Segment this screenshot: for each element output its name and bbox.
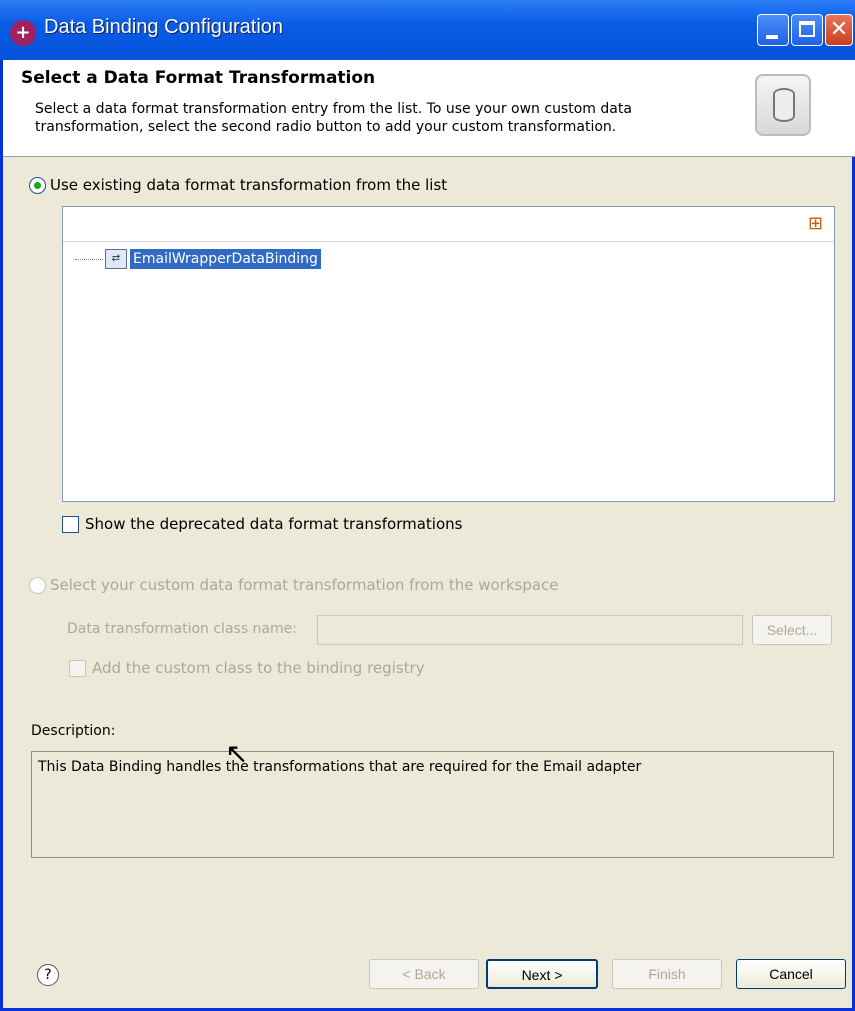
transformation-list[interactable]: ⊞ ⇄ EmailWrapperDataBinding: [62, 206, 835, 502]
close-button[interactable]: ✕: [825, 14, 853, 46]
list-item[interactable]: ⇄ EmailWrapperDataBinding: [75, 249, 321, 269]
page-description: Select a data format transformation entr…: [35, 100, 715, 136]
maximize-button[interactable]: [791, 14, 823, 46]
description-line-2: transformation, select the second radio …: [35, 119, 617, 135]
finish-button[interactable]: Finish: [612, 959, 722, 989]
description-label: Description:: [31, 723, 116, 739]
radio-indicator[interactable]: [29, 176, 46, 194]
use-existing-radio[interactable]: Use existing data format transformation …: [29, 176, 447, 194]
close-icon: ✕: [829, 17, 849, 42]
tree-connector: [75, 258, 103, 260]
add-to-registry-checkbox[interactable]: Add the custom class to the binding regi…: [69, 659, 425, 677]
use-custom-radio[interactable]: Select your custom data format transform…: [29, 576, 559, 594]
description-line-1: Select a data format transformation entr…: [35, 101, 632, 117]
window-title: Data Binding Configuration: [44, 16, 284, 38]
checkbox-indicator[interactable]: [69, 659, 86, 677]
wizard-header: Select a Data Format Transformation Sele…: [3, 60, 855, 157]
title-bar[interactable]: + Data Binding Configuration ✕: [0, 0, 855, 60]
maximize-icon: [799, 21, 815, 37]
show-deprecated-checkbox[interactable]: Show the deprecated data format transfor…: [62, 515, 462, 533]
select-button[interactable]: Select...: [752, 615, 832, 645]
add-to-registry-label: Add the custom class to the binding regi…: [92, 659, 425, 677]
next-button[interactable]: Next >: [486, 959, 598, 989]
help-icon[interactable]: ?: [37, 964, 59, 986]
list-toolbar: ⊞: [63, 207, 834, 242]
show-deprecated-label: Show the deprecated data format transfor…: [85, 515, 463, 533]
cancel-button[interactable]: Cancel: [736, 959, 846, 989]
database-cylinder-icon: [773, 88, 795, 122]
eclipse-icon: +: [10, 20, 36, 46]
use-existing-label: Use existing data format transformation …: [50, 176, 448, 194]
wizard-banner-image: [755, 74, 811, 136]
minimize-icon: [766, 35, 778, 39]
description-box: This Data Binding handles the transforma…: [31, 751, 834, 858]
checkbox-indicator[interactable]: [62, 515, 79, 533]
data-binding-icon: ⇄: [105, 249, 127, 269]
page-title: Select a Data Format Transformation: [21, 68, 376, 88]
minimize-button[interactable]: [757, 14, 789, 46]
mouse-cursor-icon: ↖: [225, 737, 249, 770]
list-item-label[interactable]: EmailWrapperDataBinding: [130, 249, 321, 269]
grid-icon[interactable]: ⊞: [808, 215, 823, 233]
dialog-window: + Data Binding Configuration ✕ Select a …: [0, 0, 855, 1011]
class-name-label: Data transformation class name:: [67, 621, 297, 637]
class-name-field[interactable]: [317, 615, 743, 645]
radio-indicator[interactable]: [29, 576, 46, 594]
back-button[interactable]: < Back: [369, 959, 479, 989]
use-custom-label: Select your custom data format transform…: [50, 576, 559, 594]
